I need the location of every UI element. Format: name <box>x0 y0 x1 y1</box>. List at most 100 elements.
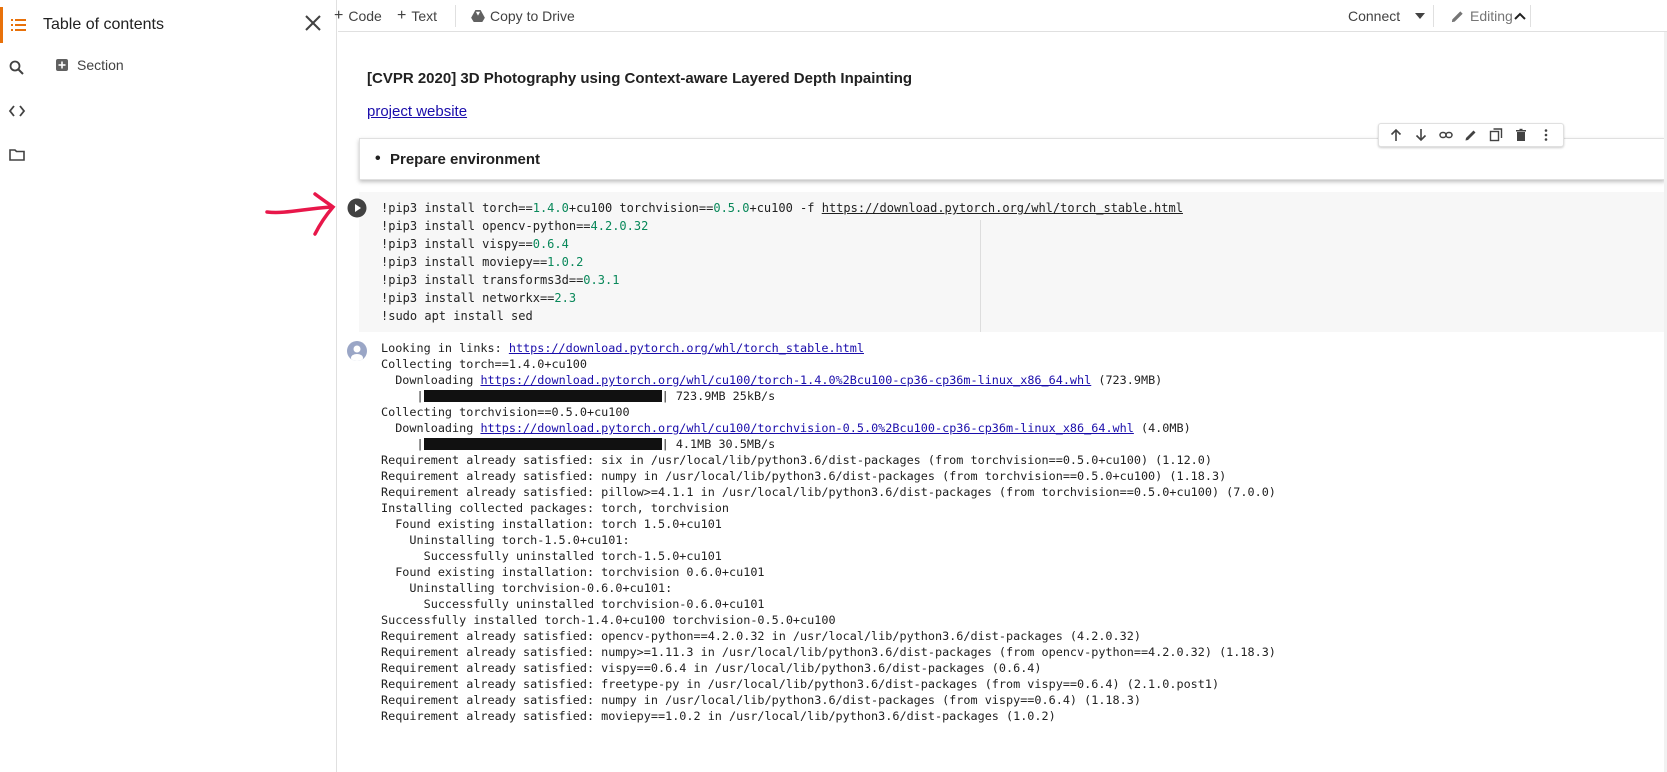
code-line: !pip3 install transforms3d==0.3.1 <box>381 271 1183 289</box>
output-text: Found existing installation: torchvision… <box>381 565 765 579</box>
plus-icon: + <box>397 7 407 24</box>
output-text: Downloading <box>381 421 481 435</box>
output-line: Requirement already satisfied: moviepy==… <box>381 708 1276 724</box>
output-text: Looking in links: <box>381 341 509 355</box>
output-line: Uninstalling torch-1.5.0+cu101: <box>381 532 1276 548</box>
code-line: !pip3 install moviepy==1.0.2 <box>381 253 1183 271</box>
annotation-arrow-icon <box>265 192 336 236</box>
output-text: Requirement already satisfied: vispy==0.… <box>381 661 1042 675</box>
code-text: !sudo apt install sed <box>381 309 533 323</box>
output-text: Downloading <box>381 373 481 387</box>
collapse-header-icon[interactable] <box>1514 12 1526 20</box>
output-text: (723.9MB) <box>1091 373 1163 387</box>
toc-item-section[interactable]: Section <box>56 57 124 73</box>
output-text: (4.0MB) <box>1133 421 1191 435</box>
output-text: Requirement already satisfied: six in /u… <box>381 453 1212 467</box>
project-website-link[interactable]: project website <box>367 103 467 120</box>
add-code-button[interactable]: + Code <box>334 6 382 26</box>
drive-icon <box>471 10 485 22</box>
delete-icon[interactable] <box>1514 128 1528 142</box>
output-line: Uninstalling torchvision-0.6.0+cu101: <box>381 580 1276 596</box>
progress-text: | 723.9MB 25kB/s <box>661 389 776 403</box>
run-cell-button[interactable] <box>347 198 367 218</box>
output-text: Requirement already satisfied: numpy in … <box>381 469 1227 483</box>
search-rail-button[interactable] <box>0 50 34 86</box>
toc-item-label: Section <box>77 57 124 73</box>
output-link[interactable]: https://download.pytorch.org/whl/torch_s… <box>509 341 864 355</box>
code-line: !pip3 install torch==1.4.0+cu100 torchvi… <box>381 199 1183 217</box>
output-line: Successfully uninstalled torchvision-0.6… <box>381 596 1276 612</box>
output-line: Requirement already satisfied: pillow>=4… <box>381 484 1276 500</box>
editing-mode-button[interactable]: Editing <box>1450 6 1513 26</box>
chevron-down-icon <box>1415 13 1426 19</box>
code-line: !sudo apt install sed <box>381 307 1183 325</box>
code-text: !pip3 install opencv-python== <box>381 219 591 233</box>
code-number: 1.0.2 <box>547 255 584 269</box>
output-text: Requirement already satisfied: numpy in … <box>381 693 1141 707</box>
code-number: 0.5.0 <box>713 201 750 215</box>
output-line: Found existing installation: torchvision… <box>381 564 1276 580</box>
output-line: Found existing installation: torch 1.5.0… <box>381 516 1276 532</box>
toolbar-divider <box>455 5 456 27</box>
output-line: | | 4.1MB 30.5MB/s <box>381 436 1276 452</box>
toolbar-divider <box>1433 5 1434 27</box>
connect-button[interactable]: Connect <box>1348 6 1426 26</box>
output-line: Requirement already satisfied: numpy in … <box>381 468 1276 484</box>
move-down-icon[interactable] <box>1414 128 1428 142</box>
output-link[interactable]: https://download.pytorch.org/whl/cu100/t… <box>480 373 1091 387</box>
code-text: +cu100 -f <box>749 201 822 215</box>
output-avatar-icon <box>347 341 367 361</box>
copy-to-drive-button[interactable]: Copy to Drive <box>471 6 575 26</box>
plus-icon: + <box>334 7 344 24</box>
close-icon[interactable] <box>302 12 324 34</box>
cell-output: Looking in links: https://download.pytor… <box>381 340 1276 724</box>
add-text-button[interactable]: + Text <box>397 6 437 26</box>
toc-rail-button[interactable] <box>0 7 34 43</box>
table-of-contents-panel: Table of contents Section <box>34 0 337 772</box>
output-text: Successfully uninstalled torchvision-0.6… <box>381 597 765 611</box>
output-line: Successfully installed torch-1.4.0+cu100… <box>381 612 1276 628</box>
mirror-cell-icon[interactable] <box>1489 128 1503 142</box>
expand-plus-icon[interactable] <box>56 59 68 71</box>
output-text: Installing collected packages: torch, to… <box>381 501 730 515</box>
progress-bar <box>423 390 662 402</box>
output-link[interactable]: https://download.pytorch.org/whl/cu100/t… <box>480 421 1133 435</box>
code-line: !pip3 install vispy==0.6.4 <box>381 235 1183 253</box>
progress-text: | 4.1MB 30.5MB/s <box>661 437 776 451</box>
output-text: Requirement already satisfied: opencv-py… <box>381 629 1141 643</box>
output-text: Uninstalling torch-1.5.0+cu101: <box>381 533 630 547</box>
notebook-title: [CVPR 2020] 3D Photography using Context… <box>367 70 913 87</box>
code-number: 0.6.4 <box>532 237 569 251</box>
files-rail-button[interactable] <box>0 137 34 173</box>
notebook-toolbar: + Code + Text Copy to Drive Connect Edit… <box>334 0 1667 32</box>
notebook-area: [CVPR 2020] 3D Photography using Context… <box>338 32 1667 772</box>
output-line: Requirement already satisfied: freetype-… <box>381 676 1276 692</box>
toc-title: Table of contents <box>43 16 164 33</box>
code-text: +cu100 torchvision== <box>568 201 714 215</box>
section-bullet: Prepare environment <box>375 150 540 168</box>
code-snippets-icon <box>8 105 26 117</box>
more-options-icon[interactable] <box>1539 128 1553 142</box>
output-line: Requirement already satisfied: numpy>=1.… <box>381 644 1276 660</box>
output-line: Requirement already satisfied: vispy==0.… <box>381 660 1276 676</box>
output-text: Requirement already satisfied: pillow>=4… <box>381 485 1276 499</box>
edit-pencil-icon[interactable] <box>1464 128 1478 142</box>
link-icon[interactable] <box>1439 128 1453 142</box>
progress-prefix: | <box>381 437 424 451</box>
code-line: !pip3 install opencv-python==4.2.0.32 <box>381 217 1183 235</box>
folder-icon <box>9 149 25 161</box>
output-text: Uninstalling torchvision-0.6.0+cu101: <box>381 581 673 595</box>
code-editor[interactable]: !pip3 install torch==1.4.0+cu100 torchvi… <box>381 199 1183 325</box>
output-text: Found existing installation: torch 1.5.0… <box>381 517 722 531</box>
pencil-icon <box>1451 10 1463 22</box>
output-text: Successfully installed torch-1.4.0+cu100… <box>381 613 836 627</box>
progress-bar <box>423 438 662 450</box>
code-snippets-rail-button[interactable] <box>0 93 34 129</box>
code-number: 0.3.1 <box>583 273 620 287</box>
output-line: Downloading https://download.pytorch.org… <box>381 372 1276 388</box>
code-url: https://download.pytorch.org/whl/torch_s… <box>821 201 1183 215</box>
output-line: Requirement already satisfied: six in /u… <box>381 452 1276 468</box>
move-up-icon[interactable] <box>1389 128 1403 142</box>
output-text: Successfully uninstalled torch-1.5.0+cu1… <box>381 549 722 563</box>
output-line: Collecting torch==1.4.0+cu100 <box>381 356 1276 372</box>
